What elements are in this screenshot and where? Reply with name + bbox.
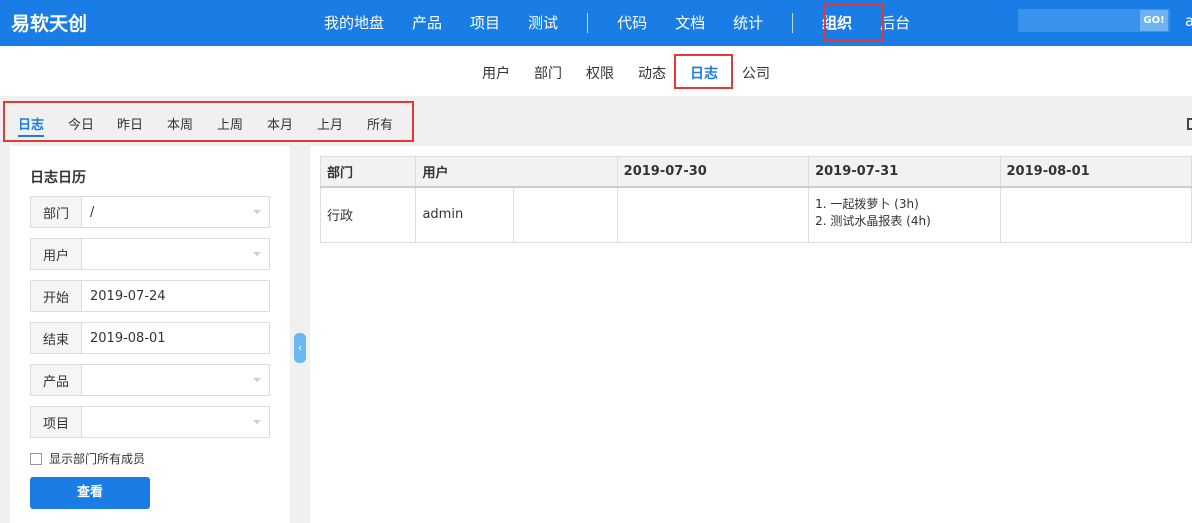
filter-log[interactable]: 日志 xyxy=(18,114,45,137)
table-row: 行政 admin 1. 一起拨萝卜 (3h) 2. 测试水晶报表 (4h) xyxy=(319,186,1192,243)
log-entry[interactable]: 2. 测试水晶报表 (4h) xyxy=(815,213,999,230)
column-header: 用户 xyxy=(415,156,618,188)
log-table-panel: 部门 用户 2019-07-30 2019-07-31 2019-08-01 行… xyxy=(310,146,1192,523)
nav-test[interactable]: 测试 xyxy=(514,0,572,46)
log-entry[interactable]: 1. 一起拨萝卜 (3h) xyxy=(815,196,999,213)
subnav-company[interactable]: 公司 xyxy=(742,63,770,83)
search-button[interactable]: GO! xyxy=(1140,10,1168,31)
field-value: / xyxy=(90,204,95,220)
filter-last-month[interactable]: 上月 xyxy=(317,114,343,133)
field-label: 产品 xyxy=(31,365,82,395)
export-icon[interactable] xyxy=(1187,118,1192,130)
nav-product[interactable]: 产品 xyxy=(398,0,456,46)
nav-my[interactable]: 我的地盘 xyxy=(310,0,398,46)
sidebar-title: 日志日历 xyxy=(30,170,86,186)
dept-select[interactable]: 部门 / xyxy=(30,196,270,228)
log-table: 部门 用户 2019-07-30 2019-07-31 2019-08-01 行… xyxy=(319,156,1192,243)
filter-this-week[interactable]: 本周 xyxy=(167,114,193,133)
column-header: 2019-07-30 xyxy=(616,156,810,188)
cell-date xyxy=(999,186,1192,243)
field-label: 用户 xyxy=(31,239,82,269)
nav-divider xyxy=(792,13,794,33)
filter-yesterday[interactable]: 昨日 xyxy=(117,114,143,133)
column-header: 2019-08-01 xyxy=(999,156,1192,188)
column-header: 部门 xyxy=(319,156,417,188)
field-value: 2019-07-24 xyxy=(90,288,166,304)
nav-code[interactable]: 代码 xyxy=(603,0,661,46)
end-date-input[interactable]: 结束 2019-08-01 xyxy=(30,322,270,354)
checkbox-label: 显示部门所有成员 xyxy=(49,452,146,466)
filter-bar: 日志 今日 昨日 本周 上周 本月 上月 所有 xyxy=(0,96,1192,146)
chevron-down-icon xyxy=(253,210,261,214)
project-select[interactable]: 项目 xyxy=(30,406,270,438)
table-header-row: 部门 用户 2019-07-30 2019-07-31 2019-08-01 xyxy=(319,156,1192,188)
cell-date xyxy=(616,186,810,243)
field-label: 结束 xyxy=(31,323,82,353)
sub-nav: 用户 部门 权限 动态 日志 公司 xyxy=(0,46,1192,96)
field-label: 部门 xyxy=(31,197,82,227)
highlight-box-filters xyxy=(3,101,414,142)
chevron-down-icon xyxy=(253,378,261,382)
product-select[interactable]: 产品 xyxy=(30,364,270,396)
cell-date: 1. 一起拨萝卜 (3h) 2. 测试水晶报表 (4h) xyxy=(808,186,1001,243)
highlight-box-log xyxy=(674,54,733,89)
collapse-sidebar-icon[interactable]: ‹ xyxy=(294,333,306,363)
search-input[interactable]: GO! xyxy=(1018,9,1170,32)
field-label: 开始 xyxy=(31,281,82,311)
highlight-box-org xyxy=(824,3,884,41)
column-header: 2019-07-31 xyxy=(808,156,1001,188)
cell-blank xyxy=(512,186,618,243)
subnav-perm[interactable]: 权限 xyxy=(586,63,614,83)
chevron-down-icon xyxy=(253,252,261,256)
cell-dept: 行政 xyxy=(319,186,417,243)
subnav-users[interactable]: 用户 xyxy=(482,63,510,83)
chevron-down-icon xyxy=(253,420,261,424)
subnav-dynamic[interactable]: 动态 xyxy=(638,63,666,83)
log-calendar-sidebar: 日志日历 部门 / 用户 开始 2019-07-24 结束 2019-08-01… xyxy=(10,146,290,523)
nav-doc[interactable]: 文档 xyxy=(661,0,719,46)
field-label: 项目 xyxy=(31,407,82,437)
start-date-input[interactable]: 开始 2019-07-24 xyxy=(30,280,270,312)
nav-divider xyxy=(587,13,589,33)
brand-logo[interactable]: 易软天创 xyxy=(11,9,87,36)
top-navbar: 易软天创 我的地盘 产品 项目 测试 代码 文档 统计 组织 后台 GO! a xyxy=(0,0,1192,46)
user-menu[interactable]: a xyxy=(1185,12,1192,30)
field-value: 2019-08-01 xyxy=(90,330,166,346)
show-all-members-row: 显示部门所有成员 xyxy=(30,450,145,467)
subnav-dept[interactable]: 部门 xyxy=(534,63,562,83)
filter-this-month[interactable]: 本月 xyxy=(267,114,293,133)
filter-today[interactable]: 今日 xyxy=(68,114,94,133)
cell-user: admin xyxy=(415,186,514,243)
user-select[interactable]: 用户 xyxy=(30,238,270,270)
nav-project[interactable]: 项目 xyxy=(456,0,514,46)
show-all-members-checkbox[interactable] xyxy=(30,452,42,465)
view-button[interactable]: 查看 xyxy=(30,477,150,509)
filter-all[interactable]: 所有 xyxy=(367,114,393,133)
filter-last-week[interactable]: 上周 xyxy=(217,114,243,133)
nav-stats[interactable]: 统计 xyxy=(719,0,777,46)
